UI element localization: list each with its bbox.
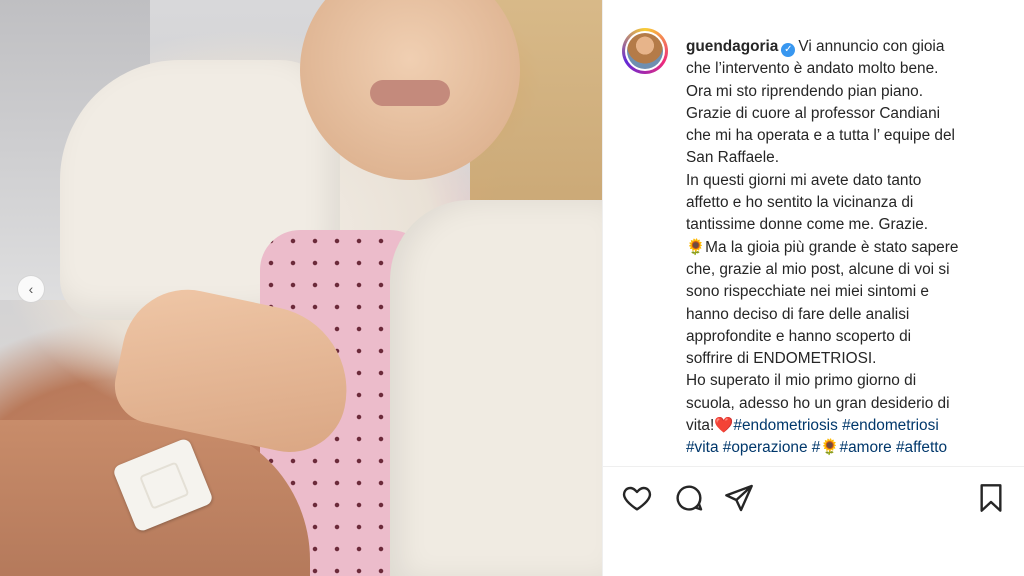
caption-line: affetto e ho sentito la vicinanza di: [686, 194, 914, 212]
comment-icon: [676, 485, 703, 511]
bookmark-icon: [980, 484, 1002, 512]
caption-line: scuola, adesso ho un gran desiderio di: [686, 394, 950, 412]
share-icon: [725, 484, 753, 512]
hashtag-link[interactable]: #operazione: [723, 439, 808, 456]
caption-line: Grazie di cuore al professor Candiani: [686, 104, 941, 122]
sunflower-emoji-icon: 🌻: [686, 238, 706, 256]
caption-line: che, grazie al mio post, alcune di voi s…: [686, 260, 950, 278]
caption-line: Ho superato il mio primo giorno di: [686, 372, 917, 390]
caption-line: Ma la gioia più grande è stato sapere: [705, 238, 959, 256]
post-side-panel: guendagoria ✓ Vi annuncio con gioia che l’…: [602, 0, 1024, 576]
caption-line: Vi annuncio con gioia: [798, 38, 945, 55]
photo-lips: [370, 80, 450, 106]
caption-line: San Raffaele.: [686, 149, 779, 167]
avatar-image: [627, 33, 663, 69]
caption-line: soffrire di ENDOMETRIOSI.: [686, 350, 877, 368]
hashtag-link[interactable]: #affetto: [896, 439, 947, 456]
caption-line: tantissime donne come me. Grazie.: [686, 216, 929, 234]
share-button[interactable]: [723, 482, 755, 514]
heart-emoji-icon: ❤️: [714, 417, 734, 435]
post-photo[interactable]: ‹: [0, 0, 602, 576]
caption-line: In questi giorni mi avete dato tanto: [686, 171, 922, 189]
post-actions-bar: [621, 482, 1007, 516]
username-link[interactable]: guendagoria: [686, 38, 778, 55]
hashtag-link[interactable]: #endometriosi: [842, 417, 939, 434]
caption-line: hanno deciso di fare delle analisi: [686, 305, 910, 323]
chevron-left-icon: ‹: [28, 281, 34, 297]
divider: [603, 466, 1024, 467]
avatar[interactable]: [622, 28, 668, 74]
photo-robe-right: [390, 200, 602, 576]
caption-line: che l’intervento è andato molto bene.: [686, 60, 939, 78]
hashtag-link[interactable]: #amore: [840, 439, 892, 456]
caption-line: sono rispecchiate nei miei sintomi e: [686, 283, 929, 301]
post-caption: guendagoria ✓ Vi annuncio con gioia che l’…: [686, 36, 1016, 460]
caption-line: vita!: [686, 417, 715, 435]
caption-line: approfondite e hanno scoperto di: [686, 327, 912, 345]
like-button[interactable]: [621, 482, 653, 514]
heart-icon: [622, 486, 652, 511]
caption-line: che mi ha operata e a tutta l’ equipe de…: [686, 127, 955, 145]
hashtag-link[interactable]: #endometriosis: [733, 417, 837, 434]
save-button[interactable]: [975, 482, 1007, 514]
hashtag-link[interactable]: #vita: [686, 439, 719, 456]
caption-line: Ora mi sto riprendendo pian piano.: [686, 82, 923, 100]
comment-button[interactable]: [673, 482, 705, 514]
sunflower-emoji-icon: 🌻: [820, 439, 840, 457]
carousel-prev-button[interactable]: ‹: [17, 275, 45, 303]
verified-badge-icon: ✓: [781, 43, 796, 57]
